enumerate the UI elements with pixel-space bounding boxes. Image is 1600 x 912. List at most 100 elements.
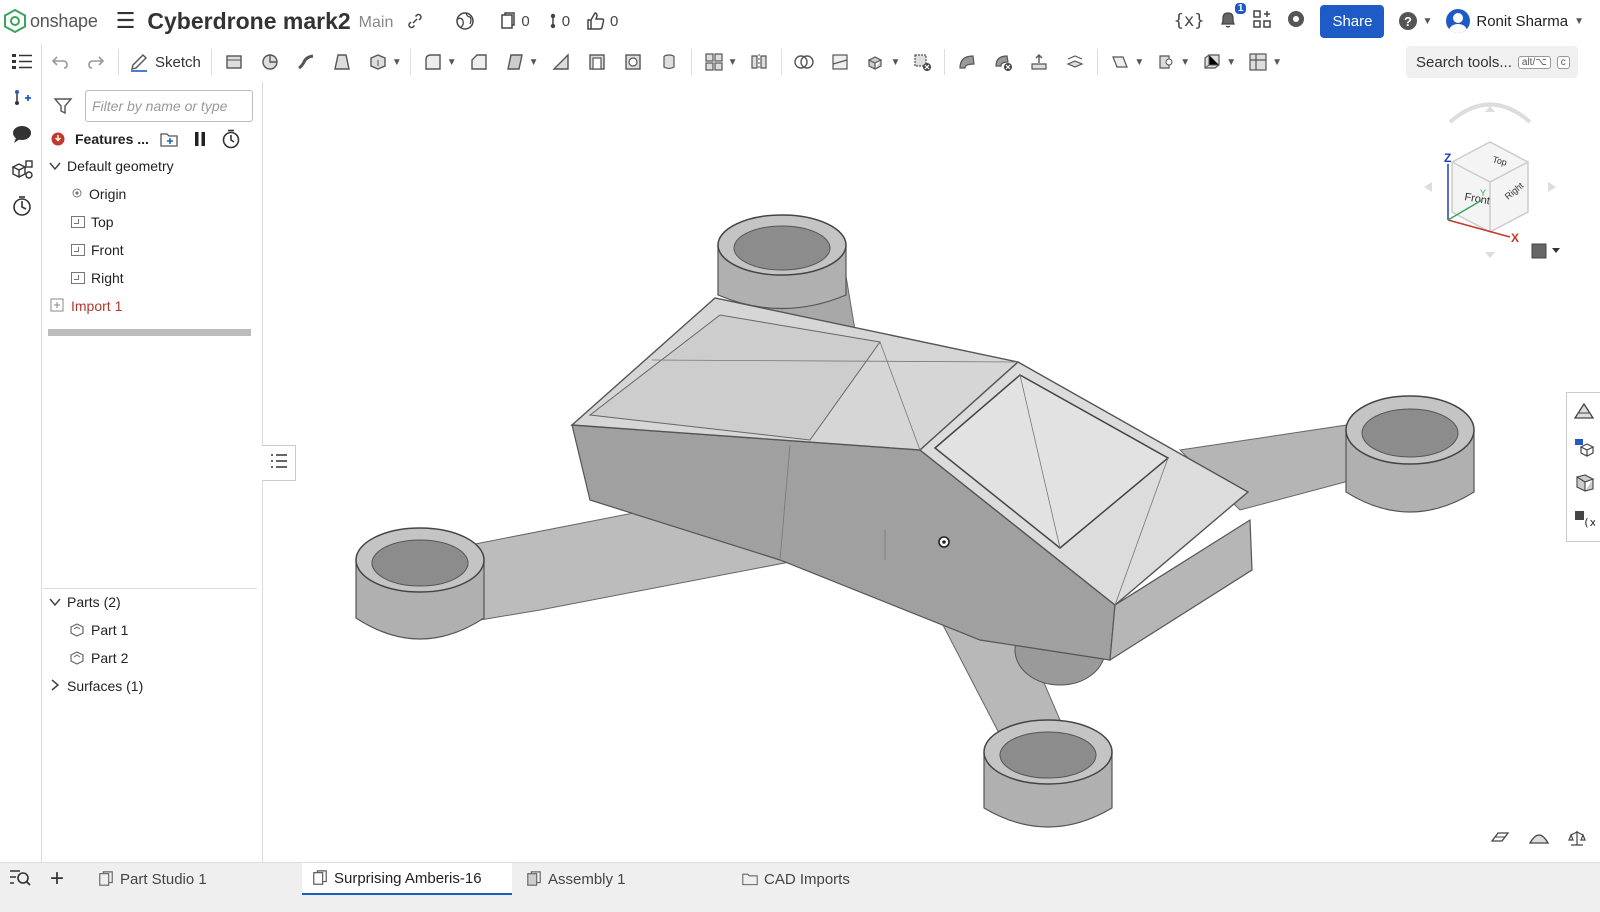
tab-surprising-amberis-16[interactable]: Surprising Amberis-16 bbox=[302, 863, 512, 895]
chevron-right-icon[interactable] bbox=[49, 678, 61, 694]
bom-icon[interactable] bbox=[1567, 465, 1600, 501]
chevron-down-icon[interactable]: ▼ bbox=[1180, 57, 1190, 68]
rebuild-timer-icon[interactable] bbox=[221, 129, 241, 149]
tab-label: Assembly 1 bbox=[548, 870, 626, 888]
measure-icon[interactable] bbox=[1568, 829, 1586, 852]
apps-icon[interactable] bbox=[1252, 9, 1272, 34]
like-button[interactable]: 0 bbox=[586, 11, 618, 31]
origin-row[interactable]: Origin bbox=[71, 182, 126, 206]
section-view-icon[interactable] bbox=[1490, 829, 1510, 852]
draft-icon[interactable] bbox=[504, 51, 526, 73]
help-button[interactable]: ? ▼ bbox=[1398, 11, 1432, 31]
delete-part-icon[interactable] bbox=[911, 51, 933, 73]
share-button[interactable]: Share bbox=[1320, 4, 1385, 38]
boolean-icon[interactable] bbox=[793, 51, 815, 73]
add-folder-icon[interactable] bbox=[159, 130, 179, 148]
features-label[interactable]: Features ... bbox=[75, 131, 149, 147]
feature-list-icon[interactable] bbox=[10, 50, 34, 74]
onshape-logo[interactable]: onshape bbox=[4, 9, 98, 33]
hole-icon[interactable] bbox=[622, 51, 644, 73]
variable-icon[interactable]: {x} bbox=[1174, 11, 1205, 31]
variables-icon[interactable]: (x) bbox=[1567, 501, 1600, 537]
search-tools-button[interactable]: Search tools... alt/⌥ c bbox=[1406, 46, 1578, 78]
search-tabs-icon[interactable] bbox=[8, 867, 32, 895]
graphics-viewport[interactable]: Top Front Right Z X Y bbox=[264, 82, 1600, 862]
loft-icon[interactable] bbox=[331, 51, 353, 73]
split-icon[interactable] bbox=[829, 51, 851, 73]
shell-icon[interactable] bbox=[586, 51, 608, 73]
tab-assembly-1[interactable]: Assembly 1 bbox=[516, 863, 726, 895]
part-1-row[interactable]: Part 1 bbox=[69, 618, 128, 642]
user-menu[interactable]: Ronit Sharma ▼ bbox=[1446, 9, 1584, 33]
rib-icon[interactable] bbox=[550, 51, 572, 73]
pause-icon[interactable] bbox=[193, 131, 207, 147]
chevron-down-icon[interactable]: ▼ bbox=[1272, 57, 1282, 68]
thicken-icon[interactable] bbox=[367, 51, 389, 73]
delete-face-icon[interactable] bbox=[992, 51, 1014, 73]
chevron-down-icon[interactable] bbox=[49, 594, 61, 610]
sheet-metal-icon[interactable] bbox=[1201, 51, 1223, 73]
chevron-down-icon[interactable]: ▼ bbox=[1134, 57, 1144, 68]
extrude-icon[interactable] bbox=[223, 51, 245, 73]
history-icon[interactable] bbox=[10, 194, 34, 218]
move-face-icon[interactable] bbox=[1028, 51, 1050, 73]
tab-label: Surprising Amberis-16 bbox=[334, 869, 482, 887]
menu-icon[interactable]: ☰ bbox=[116, 8, 136, 34]
chevron-down-icon[interactable]: ▼ bbox=[1226, 57, 1236, 68]
tab-part-studio-1[interactable]: Part Studio 1 bbox=[88, 863, 298, 895]
chevron-down-icon[interactable]: ▼ bbox=[728, 57, 738, 68]
sweep-icon[interactable] bbox=[295, 51, 317, 73]
configurations-icon[interactable] bbox=[1567, 429, 1600, 465]
pattern-icon[interactable] bbox=[703, 51, 725, 73]
transform-icon[interactable] bbox=[865, 51, 887, 73]
view-cube[interactable]: Top Front Right Z X Y bbox=[1420, 92, 1560, 262]
import-label: Import 1 bbox=[71, 298, 123, 314]
link-icon[interactable] bbox=[407, 13, 423, 29]
document-title[interactable]: Cyberdrone mark2 bbox=[147, 8, 350, 35]
redo-icon[interactable] bbox=[85, 51, 107, 73]
surfaces-row[interactable]: Surfaces (1) bbox=[49, 674, 143, 698]
top-plane-row[interactable]: Top bbox=[71, 210, 114, 234]
learning-center-icon[interactable] bbox=[1286, 9, 1306, 34]
comments-icon[interactable] bbox=[10, 122, 34, 146]
frame-icon[interactable] bbox=[1247, 51, 1269, 73]
filter-icon[interactable] bbox=[53, 96, 73, 121]
plane-icon[interactable] bbox=[1109, 51, 1131, 73]
filter-input[interactable] bbox=[85, 90, 253, 122]
modify-fillet-icon[interactable] bbox=[956, 51, 978, 73]
notifications-button[interactable]: 1 bbox=[1218, 2, 1247, 34]
cylinder-icon[interactable] bbox=[658, 51, 680, 73]
chevron-down-icon[interactable]: ▼ bbox=[529, 57, 539, 68]
chevron-down-icon[interactable]: ▼ bbox=[890, 57, 900, 68]
insert-icon[interactable] bbox=[10, 86, 34, 110]
sketch-button[interactable]: Sketch bbox=[129, 52, 201, 72]
chevron-down-icon: ▼ bbox=[1422, 15, 1433, 27]
undo-icon[interactable] bbox=[49, 51, 71, 73]
mate-connector-icon[interactable] bbox=[1155, 51, 1177, 73]
branches-button[interactable]: 0 bbox=[548, 12, 570, 30]
import-feature-row[interactable]: Import 1 bbox=[49, 294, 122, 318]
chevron-down-icon[interactable]: ▼ bbox=[392, 57, 402, 68]
parts-row[interactable]: Parts (2) bbox=[49, 590, 121, 614]
chamfer-icon[interactable] bbox=[468, 51, 490, 73]
front-plane-row[interactable]: Front bbox=[71, 238, 124, 262]
default-geometry-row[interactable]: Default geometry bbox=[49, 154, 174, 178]
chevron-down-icon[interactable]: ▼ bbox=[447, 57, 457, 68]
drone-model[interactable] bbox=[264, 82, 1600, 862]
tab-cad-imports[interactable]: CAD Imports bbox=[732, 863, 942, 895]
render-mode-icon[interactable] bbox=[1528, 829, 1550, 852]
appearance-icon[interactable] bbox=[1567, 393, 1600, 429]
replace-face-icon[interactable] bbox=[1064, 51, 1086, 73]
rollback-bar[interactable] bbox=[48, 329, 251, 336]
versions-button[interactable]: 0 bbox=[499, 12, 530, 30]
branch-label[interactable]: Main bbox=[359, 14, 394, 32]
mirror-icon[interactable] bbox=[748, 51, 770, 73]
right-plane-row[interactable]: Right bbox=[71, 266, 124, 290]
parts-icon[interactable] bbox=[10, 158, 34, 182]
fillet-icon[interactable] bbox=[422, 51, 444, 73]
add-tab-button[interactable]: + bbox=[50, 865, 64, 893]
revolve-icon[interactable] bbox=[259, 51, 281, 73]
part-2-row[interactable]: Part 2 bbox=[69, 646, 128, 670]
chevron-down-icon[interactable] bbox=[49, 158, 61, 174]
globe-icon[interactable] bbox=[455, 11, 475, 31]
